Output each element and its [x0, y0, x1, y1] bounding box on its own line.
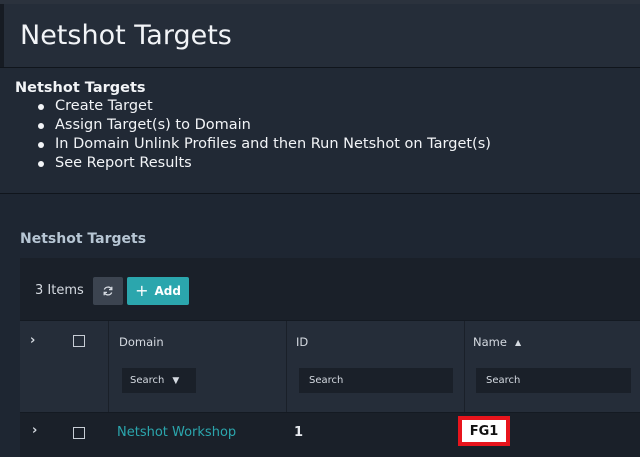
- info-item-text: Assign Target(s) to Domain: [55, 117, 251, 133]
- targets-grid: 3 Items + Add › Domain Search ▼ ID Name ▲: [20, 258, 640, 457]
- row-name: FG1: [469, 423, 499, 439]
- info-item-text: In Domain Unlink Profiles and then Run N…: [55, 136, 491, 152]
- plus-icon: +: [135, 281, 149, 300]
- column-header-domain[interactable]: Domain: [119, 335, 164, 349]
- sort-ascending-icon: ▲: [514, 338, 522, 347]
- column-header-name-label: Name: [473, 335, 507, 349]
- column-divider: [108, 321, 109, 412]
- column-divider: [464, 321, 465, 412]
- bullet-icon: [38, 142, 44, 148]
- row-checkbox[interactable]: [73, 427, 85, 439]
- info-panel: Netshot Targets Create Target Assign Tar…: [0, 68, 640, 194]
- info-list-item: Assign Target(s) to Domain: [36, 116, 491, 135]
- page-title: Netshot Targets: [20, 20, 232, 51]
- column-divider: [286, 321, 287, 412]
- name-filter-input[interactable]: [476, 368, 631, 393]
- info-list-item: Create Target: [36, 97, 491, 116]
- grid-section-title: Netshot Targets: [20, 231, 147, 247]
- bullet-icon: [38, 161, 44, 167]
- item-count: 3 Items: [35, 283, 84, 298]
- row-id: 1: [294, 425, 304, 440]
- id-filter-input[interactable]: [299, 368, 453, 393]
- refresh-button[interactable]: [93, 277, 123, 305]
- info-list: Create Target Assign Target(s) to Domain…: [36, 97, 491, 173]
- column-header-id[interactable]: ID: [296, 335, 308, 349]
- bullet-icon: [38, 104, 44, 110]
- refresh-icon: [103, 286, 113, 296]
- table-row[interactable]: › Netshot Workshop 1 FG1: [20, 413, 640, 457]
- domain-filter-select[interactable]: Search ▼: [122, 368, 196, 393]
- expand-row-chevron-icon[interactable]: ›: [32, 423, 37, 438]
- column-header-name[interactable]: Name ▲: [473, 335, 521, 349]
- row-name-highlight: FG1: [458, 416, 510, 446]
- caret-down-icon: ▼: [172, 375, 180, 386]
- grid-header-row: › Domain Search ▼ ID Name ▲: [20, 321, 640, 412]
- domain-filter-value: Search: [130, 375, 165, 386]
- title-bar-edge: [0, 4, 4, 67]
- select-all-checkbox[interactable]: [73, 335, 85, 347]
- info-list-item: See Report Results: [36, 154, 491, 173]
- grid-toolbar: 3 Items + Add: [20, 258, 640, 320]
- info-item-text: Create Target: [55, 98, 153, 114]
- info-heading: Netshot Targets: [15, 80, 146, 96]
- expand-all-chevron-icon[interactable]: ›: [30, 333, 35, 348]
- bullet-icon: [38, 123, 44, 129]
- row-domain-link[interactable]: Netshot Workshop: [117, 425, 236, 440]
- add-button[interactable]: + Add: [127, 277, 189, 305]
- info-list-item: In Domain Unlink Profiles and then Run N…: [36, 135, 491, 154]
- add-button-label: Add: [154, 284, 181, 298]
- title-bar: Netshot Targets: [0, 4, 640, 68]
- info-item-text: See Report Results: [55, 155, 192, 171]
